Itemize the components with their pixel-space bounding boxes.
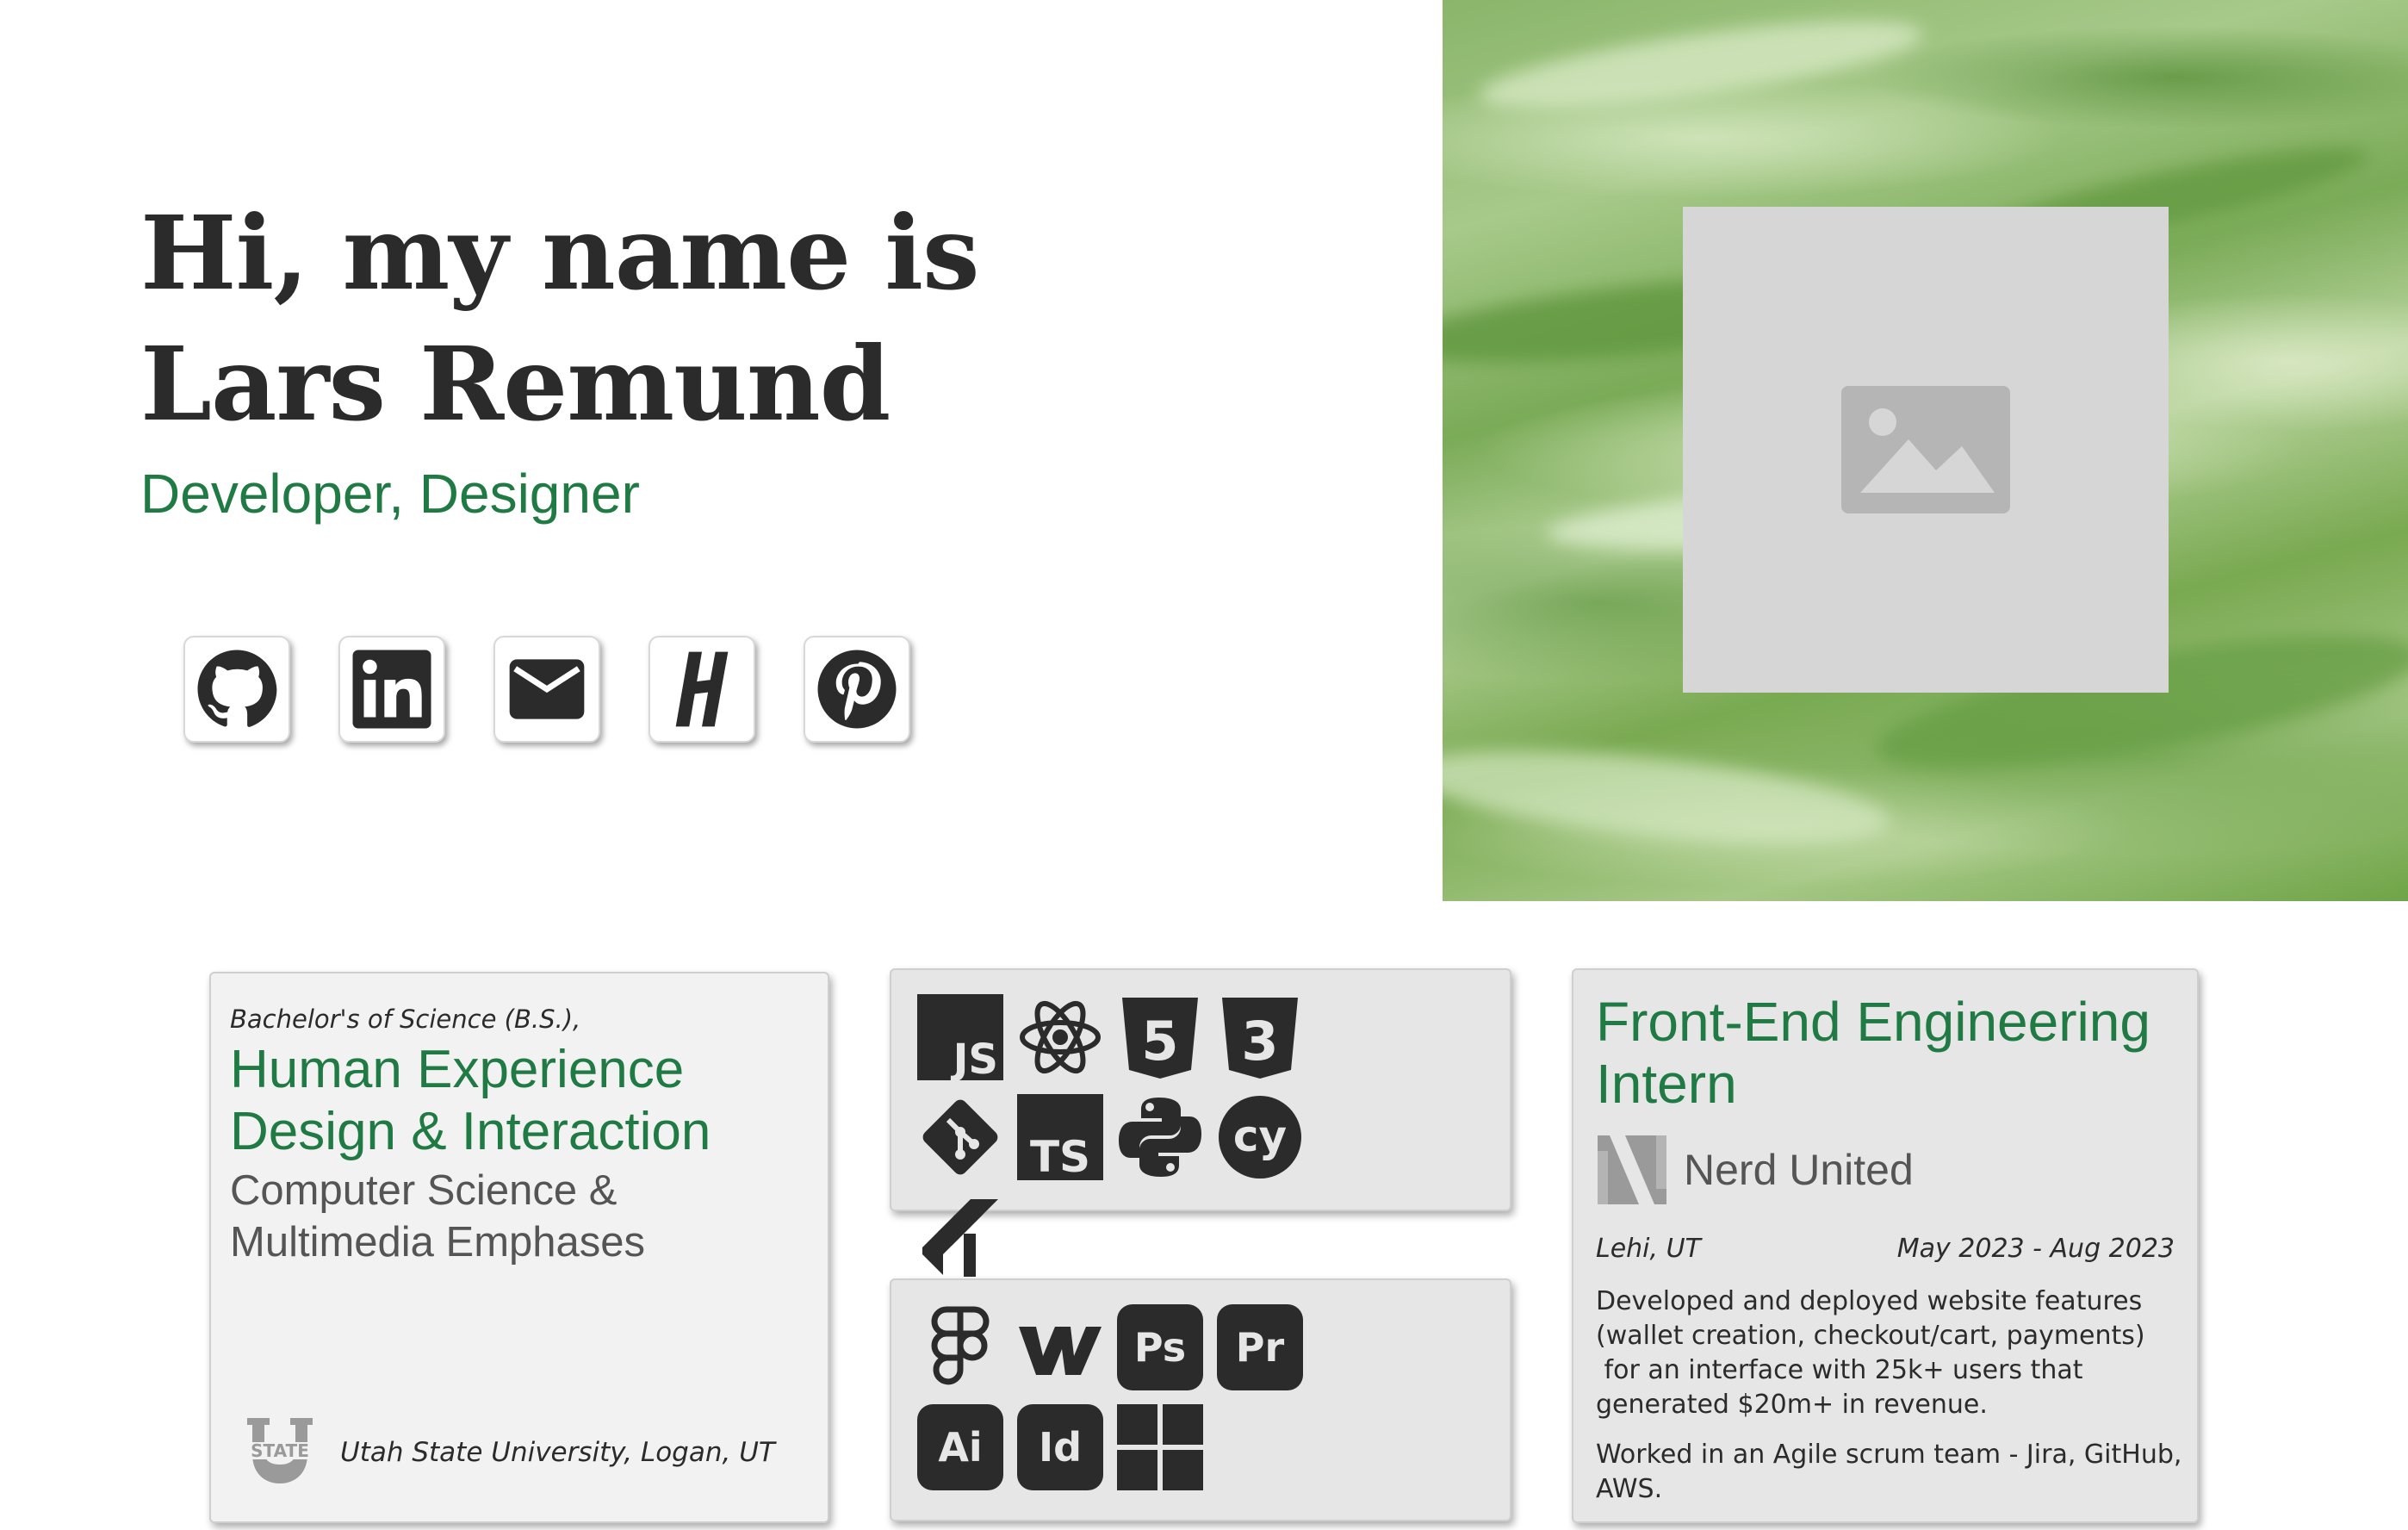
paint-streak [1474,3,1927,126]
skill-illustrator: Ai [917,1404,1003,1490]
indesign-icon: Id [1017,1404,1103,1490]
skill-javascript: JS [917,994,1003,1080]
email-icon [509,659,585,719]
education-card: Bachelor's of Science (B.S.), Human Expe… [209,972,829,1523]
school-name: Utah State University, Logan, UT [340,1437,775,1468]
git-icon [922,1099,998,1175]
desc-line: for an interface with 25k+ users that [1596,1355,2083,1385]
desc-line: Worked in an Agile scrum team - Jira, Gi… [1596,1440,2182,1470]
css3-icon: 3 [1222,998,1298,1079]
premiere-icon: Pr [1217,1304,1303,1390]
hero-subtitle: Developer, Designer [140,463,640,525]
hero-title-line2: Lars Remund [140,324,891,444]
skill-react [1017,994,1103,1080]
job-description-paragraph: Developed and deployed website features … [1596,1284,2175,1422]
degree-emphasis-line1: Computer Science & [230,1167,618,1214]
degree-type: Bachelor's of Science (B.S.), [230,1004,581,1034]
desc-line: generated $20m+ in revenue. [1596,1390,1988,1420]
github-icon [197,650,277,727]
svg-text:cy: cy [1233,1111,1287,1161]
svg-text:3: 3 [1241,1010,1278,1073]
html5-icon: 5 [1122,998,1198,1079]
photoshop-icon: Ps [1117,1304,1203,1390]
nerd-united-logo-icon [1598,1135,1666,1204]
profile-image-placeholder [1683,207,2169,693]
dev-skills-card: JS 5 3 TS cy [890,968,1511,1277]
image-icon [1841,386,2010,513]
job-title: Front-End Engineering Intern [1596,991,2175,1115]
desc-line: Developed and deployed website features [1596,1286,2143,1316]
linkedin-link[interactable] [338,636,445,743]
jira-icon [922,1199,998,1277]
usu-logo-icon: STATE [237,1418,323,1483]
paint-streak [1443,732,1894,861]
skill-cypress: cy [1217,1094,1303,1180]
degree-major-line1: Human Experience [230,1040,685,1099]
pinterest-link[interactable] [804,636,910,743]
illustrator-icon: Ai [917,1404,1003,1490]
svg-text:Pr: Pr [1236,1324,1285,1371]
skill-git [917,1094,1003,1180]
desc-line: AWS. [1596,1474,1663,1504]
hero-title-line1: Hi, my name is [140,193,980,313]
job-description: Developed and deployed website features … [1596,1284,2182,1507]
job-title-line2: Intern [1596,1053,1737,1115]
degree-emphasis: Computer Science & Multimedia Emphases [230,1165,809,1268]
desc-line: (wallet creation, checkout/cart, payment… [1596,1321,2145,1351]
javascript-icon: JS [917,994,1003,1080]
skill-jira [917,1194,1003,1280]
hero-title: Hi, my name is Lars Remund [140,188,1346,450]
skill-typescript: TS [1017,1094,1103,1180]
linkedin-icon [352,650,431,729]
job-title-line1: Front-End Engineering [1596,991,2150,1053]
experience-card: Front-End Engineering Intern Nerd United… [1572,968,2199,1523]
skill-figma [917,1304,1003,1390]
skill-photoshop: Ps [1117,1304,1203,1390]
job-meta: Lehi, UT May 2023 - Aug 2023 [1596,1234,2175,1264]
svg-text:Ps: Ps [1134,1324,1186,1371]
school-info: STATE Utah State University, Logan, UT [235,1416,775,1489]
hero-image-background [1443,0,2408,901]
company: Nerd United [1596,1134,2175,1206]
windows-icon [1117,1404,1203,1490]
svg-text:JS: JS [951,1036,998,1080]
svg-text:Id: Id [1039,1424,1082,1471]
handshake-link[interactable] [649,636,755,743]
design-skills-card: Ps Pr Ai Id [890,1278,1511,1521]
skill-windows [1117,1404,1203,1490]
handshake-icon [675,651,729,727]
social-links [183,636,910,743]
email-link[interactable] [493,636,600,743]
python-icon [1119,1098,1201,1177]
job-dates: May 2023 - Aug 2023 [1896,1234,2175,1264]
svg-text:Ai: Ai [938,1424,982,1471]
degree-major: Human Experience Design & Interaction [230,1039,809,1163]
svg-text:5: 5 [1141,1010,1178,1073]
svg-text:TS: TS [1030,1132,1090,1180]
react-icon [1020,1000,1101,1074]
job-location: Lehi, UT [1596,1234,1701,1264]
cypress-icon: cy [1219,1096,1301,1179]
skill-webflow [1017,1304,1103,1390]
skill-html5: 5 [1117,994,1203,1080]
typescript-icon: TS [1017,1094,1103,1180]
pinterest-icon [817,650,897,729]
figma-icon [931,1306,990,1385]
skill-premiere: Pr [1217,1304,1303,1390]
usu-logo-text: STATE [251,1440,309,1461]
degree-major-line2: Design & Interaction [230,1102,711,1161]
skill-css3: 3 [1217,994,1303,1080]
github-link[interactable] [183,636,290,743]
job-description-paragraph: Worked in an Agile scrum team - Jira, Gi… [1596,1438,2182,1507]
company-name: Nerd United [1684,1146,1914,1194]
webflow-icon [1019,1327,1102,1375]
skill-indesign: Id [1017,1404,1103,1490]
degree-emphasis-line2: Multimedia Emphases [230,1219,646,1266]
skill-python [1117,1094,1203,1180]
